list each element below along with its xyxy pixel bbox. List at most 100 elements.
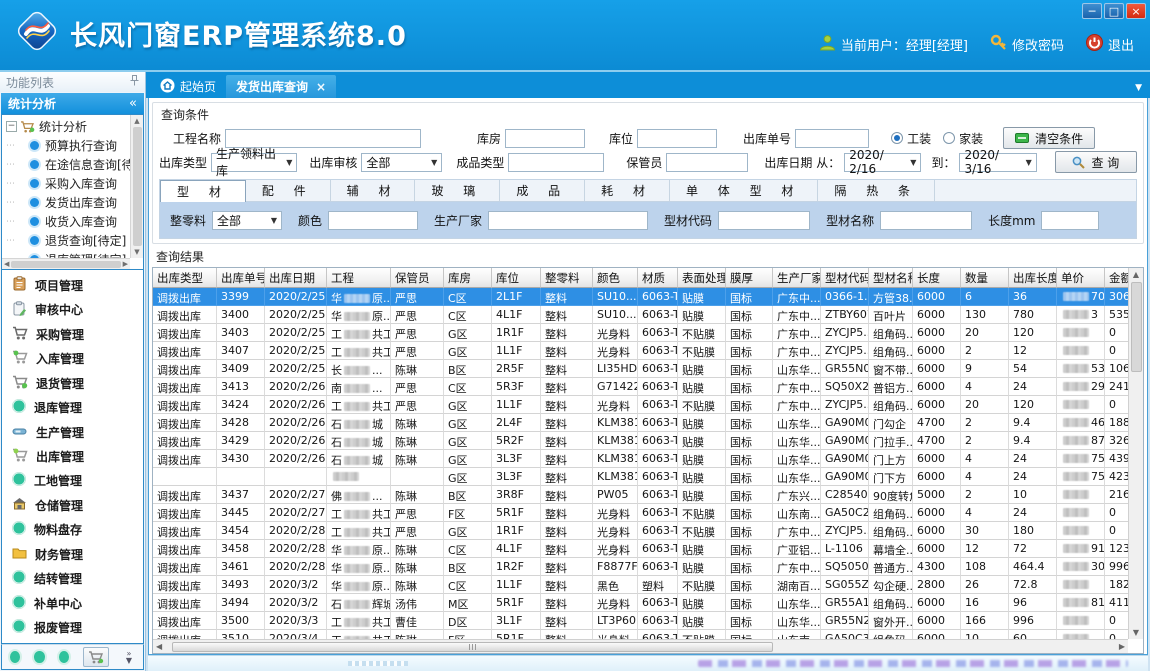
table-row[interactable]: 调拨出库35102020/3/4工共工程陈琳F区5R1F整料光身料6063-T5… <box>153 630 1128 639</box>
whole-part-select[interactable]: 全部▼ <box>212 211 282 230</box>
table-row[interactable]: 调拨出库34612020/2/28华原...陈琳B区1R2F整料F8877FT6… <box>153 558 1128 576</box>
table-row[interactable]: 调拨出库34032020/2/25工共工程严思G区1R1F整料光身料6063-T… <box>153 324 1128 342</box>
location-input[interactable] <box>637 129 717 148</box>
column-header[interactable]: 膜厚 <box>726 268 773 288</box>
audit-select[interactable]: 全部▼ <box>361 153 442 172</box>
table-row[interactable]: 调拨出库34372020/2/27佛...陈琳B区3R8F整料PW056063-… <box>153 486 1128 504</box>
maximize-button[interactable]: □ <box>1104 3 1124 19</box>
profile-name-input[interactable] <box>880 211 972 230</box>
tree-item[interactable]: ⋯ 发货出库查询 <box>6 193 130 212</box>
sidebar-item-8[interactable]: 工地管理 <box>2 470 143 492</box>
scroll-down-icon[interactable]: ▼ <box>134 248 139 256</box>
scroll-left-icon[interactable]: ◀ <box>4 260 9 268</box>
order-no-input[interactable] <box>795 129 869 148</box>
tree-expander-icon[interactable]: − <box>6 121 17 132</box>
table-row[interactable]: 调拨出库34582020/2/28华原...陈琳C区4L1F整料光身料6063-… <box>153 540 1128 558</box>
sidebar-item-3[interactable]: 入库管理 <box>2 348 143 370</box>
sidebar-item-12[interactable]: 结转管理 <box>2 568 143 590</box>
sidebar-item-4[interactable]: 退货管理 <box>2 372 143 394</box>
table-row[interactable]: 调拨出库34002020/2/25华原...严思C区4L1F整料SU10...6… <box>153 306 1128 324</box>
sidebar-item-6[interactable]: 生产管理 <box>2 421 143 443</box>
sidebar-item-0[interactable]: 项目管理 <box>2 274 143 296</box>
sidebar-item-13[interactable]: 补单中心 <box>2 592 143 614</box>
material-tab[interactable]: 玻 璃 <box>415 180 500 201</box>
column-header[interactable]: 单价 <box>1057 268 1105 288</box>
clear-conditions-button[interactable]: 清空条件 <box>1003 127 1095 149</box>
table-row[interactable]: 调拨出库34092020/2/25长...陈琳B区2R5F整料LI35HD606… <box>153 360 1128 378</box>
tab-shipment-outbound-query[interactable]: 发货出库查询 × <box>226 75 336 98</box>
date-from-select[interactable]: 2020/ 2/16▼ <box>844 153 921 172</box>
tree-item[interactable]: ⋯ 预算执行查询 <box>6 136 130 155</box>
column-header[interactable]: 整零料 <box>541 268 593 288</box>
cart-shortcut-button[interactable] <box>83 647 109 667</box>
table-horizontal-scrollbar[interactable]: ◀ ▶ <box>153 639 1128 653</box>
column-header[interactable]: 生产厂家 <box>773 268 821 288</box>
search-button[interactable]: 查 询 <box>1055 151 1137 173</box>
table-row[interactable]: 调拨出库34932020/3/2华原...陈琳C区1L1F整料黑色塑料不贴膜国标… <box>153 576 1128 594</box>
more-buttons-chevron[interactable]: »▼ <box>123 650 135 664</box>
tree-vertical-scrollbar[interactable]: ▲ ▼ <box>130 115 143 258</box>
column-header[interactable]: 出库日期 <box>265 268 327 288</box>
table-row[interactable]: 调拨出库34452020/2/27工共工程严思F区5R1F整料光身料6063-T… <box>153 504 1128 522</box>
table-row[interactable]: 调拨出库35002020/3/3工共工程曹佳D区3L1F整料LT3P606063… <box>153 612 1128 630</box>
table-row[interactable]: G区3L3F整料KLM38176063-T5贴膜国标山东华...GA90M09.… <box>153 468 1128 486</box>
date-to-select[interactable]: 2020/ 3/16▼ <box>959 153 1036 172</box>
scroll-up-icon[interactable]: ▲ <box>134 117 139 125</box>
length-input[interactable] <box>1041 211 1099 230</box>
logout-button[interactable]: 退出 <box>1086 34 1134 55</box>
tree-item[interactable]: ⋯ 退库管理[待定] <box>6 250 130 258</box>
sidebar-item-14[interactable]: 报废管理 <box>2 617 143 639</box>
tab-overflow-icon[interactable]: ▼ <box>1135 83 1142 93</box>
table-row[interactable]: 调拨出库34242020/2/26工共工程严思G区1L1F整料光身料6063-T… <box>153 396 1128 414</box>
table-row[interactable]: 调拨出库34282020/2/26石城陈琳G区2L4F整料KLM38176063… <box>153 414 1128 432</box>
tree-item[interactable]: ⋯ 在途信息查询[待 <box>6 155 130 174</box>
table-row[interactable]: 调拨出库34302020/2/26石城陈琳G区3L3F整料KLM38176063… <box>153 450 1128 468</box>
column-header[interactable]: 型材名称 <box>869 268 913 288</box>
pin-icon[interactable] <box>130 75 139 89</box>
column-header[interactable]: 型材代码 <box>821 268 869 288</box>
material-tab[interactable]: 配 件 <box>246 180 331 201</box>
sidebar-item-10[interactable]: 物料盘存 <box>2 519 143 541</box>
tree-item[interactable]: ⋯ 退货查询[待定] <box>6 231 130 250</box>
tree-horizontal-scrollbar[interactable]: ◀ ▶ <box>2 258 130 269</box>
sidebar-item-7[interactable]: 出库管理 <box>2 446 143 468</box>
radio-home[interactable] <box>943 132 955 144</box>
table-row[interactable]: 调拨出库34292020/2/26石城陈琳G区5R2F整料KLM38176063… <box>153 432 1128 450</box>
column-header[interactable]: 出库类型 <box>153 268 217 288</box>
profile-code-input[interactable] <box>718 211 810 230</box>
sidebar-item-2[interactable]: 采购管理 <box>2 323 143 345</box>
table-row[interactable]: 调拨出库34942020/3/2石辉城汤伟M区5R1F整料光身料6063-T5贴… <box>153 594 1128 612</box>
tree-item[interactable]: ⋯ 采购入库查询 <box>6 174 130 193</box>
tab-close-icon[interactable]: × <box>316 80 326 94</box>
column-header[interactable]: 出库长度 <box>1009 268 1057 288</box>
material-tab[interactable]: 耗 材 <box>585 180 670 201</box>
scroll-right-icon[interactable]: ▶ <box>1119 642 1125 651</box>
column-header[interactable]: 表面处理 <box>678 268 726 288</box>
factory-input[interactable] <box>488 211 648 230</box>
column-header[interactable]: 颜色 <box>593 268 638 288</box>
column-header[interactable]: 出库单号 <box>217 268 265 288</box>
scroll-down-icon[interactable]: ▼ <box>1133 628 1139 637</box>
warehouse-input[interactable] <box>505 129 585 148</box>
table-row[interactable]: 调拨出库34072020/2/25工共工程严思G区1L1F整料光身料6063-T… <box>153 342 1128 360</box>
section-header-statistics[interactable]: 统计分析 « <box>1 93 144 114</box>
table-row[interactable]: 调拨出库33992020/2/25华原...严思C区2L1F整料SU10...6… <box>153 288 1128 306</box>
scroll-up-icon[interactable]: ▲ <box>1133 270 1139 279</box>
column-header[interactable]: 库位 <box>492 268 541 288</box>
sidebar-item-1[interactable]: 审核中心 <box>2 299 143 321</box>
module-shortcut-icon[interactable] <box>59 651 69 663</box>
column-header[interactable]: 长度 <box>913 268 961 288</box>
module-shortcut-icon[interactable] <box>10 651 20 663</box>
tab-home[interactable]: 起始页 <box>150 75 226 98</box>
column-header[interactable]: 金额 <box>1105 268 1128 288</box>
minimize-button[interactable]: ─ <box>1082 3 1102 19</box>
product-type-input[interactable] <box>508 153 604 172</box>
material-tab[interactable]: 辅 材 <box>331 180 416 201</box>
material-tab[interactable]: 成 品 <box>500 180 585 201</box>
table-row[interactable]: 调拨出库34542020/2/28工共工程严思G区1R1F整料光身料6063-T… <box>153 522 1128 540</box>
scroll-left-icon[interactable]: ◀ <box>156 642 162 651</box>
close-button[interactable]: × <box>1126 3 1146 19</box>
color-input[interactable] <box>328 211 418 230</box>
column-header[interactable]: 库房 <box>444 268 492 288</box>
radio-industrial[interactable] <box>891 132 903 144</box>
